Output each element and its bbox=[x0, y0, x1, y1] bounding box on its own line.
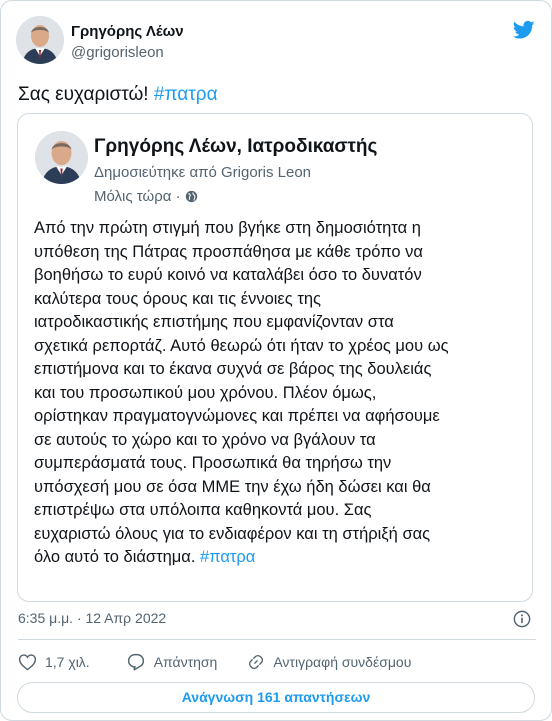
twitter-bird-icon[interactable] bbox=[513, 20, 535, 40]
author-avatar[interactable] bbox=[16, 16, 64, 64]
reply-button[interactable]: Απάντηση bbox=[126, 653, 218, 671]
author-handle[interactable]: @grigorisleon bbox=[71, 44, 164, 61]
embed-body-line: και του προσωπικού μου χρόνου. Πλέον όμω… bbox=[34, 383, 377, 402]
link-icon bbox=[249, 654, 264, 670]
embedded-post[interactable]: Γρηγόρης Λέων, Ιατροδικαστής Δημοσιεύτηκ… bbox=[17, 113, 533, 602]
tweet-timestamp[interactable]: 6:35 μ.μ. · 12 Απρ 2022 bbox=[18, 610, 166, 626]
info-icon[interactable] bbox=[513, 610, 531, 628]
embed-published-by: Δημοσιεύτηκε από Grigoris Leon bbox=[94, 164, 312, 181]
divider bbox=[18, 639, 536, 640]
copy-link-label: Αντιγραφή συνδέσμου bbox=[273, 654, 412, 670]
embed-body-last-text: όλο αυτό το διάστημα. bbox=[34, 548, 196, 566]
embed-body-line: καλύτερα τους όρους και τις έννοιες της bbox=[34, 289, 321, 308]
embed-body-line: υπόθεση της Πάτρας προσπάθησα με κάθε τρ… bbox=[34, 242, 423, 261]
embed-body-line: σχετικά ρεπορτάζ. Αυτό θεωρώ ότι ήταν το… bbox=[34, 336, 449, 355]
like-count: 1,7 χιλ. bbox=[45, 654, 90, 670]
embed-body-line: ιατροδικαστικής επιστήμης που εμφανίζοντ… bbox=[34, 313, 394, 331]
reply-label: Απάντηση bbox=[153, 654, 218, 670]
hashtag-link[interactable]: #πατρα bbox=[154, 84, 218, 105]
action-bar: 1,7 χιλ. Απάντηση Αντιγραφή συνδέσμου bbox=[18, 651, 411, 673]
embed-body-line: συμπεράσματά τους. Προσωπικά θα τηρήσω τ… bbox=[34, 454, 392, 472]
embed-body-line: Από την πρώτη στιγμή που βγήκε στη δημοσ… bbox=[34, 219, 421, 237]
heart-icon bbox=[18, 654, 37, 671]
embed-body-line: ευχαριστώ όλους για το ενδιαφέρον και τη… bbox=[34, 524, 431, 543]
embed-time-text: Μόλις τώρα · bbox=[94, 188, 181, 205]
embed-body-text: Από την πρώτη στιγμή που βγήκε στη δημοσ… bbox=[34, 217, 518, 570]
embed-body-line: βοηθήσω το ευρύ κοινό να καταλάβει όσο τ… bbox=[34, 266, 422, 284]
embed-hashtag-link[interactable]: #πατρα bbox=[200, 548, 255, 566]
embed-body-line: υπόσχεσή μου σε όσα ΜΜΕ την έχω ήδη δώσε… bbox=[34, 477, 431, 496]
embed-body-line: επιστρέψω στα υπόλοιπα καθηκοντά μου. Σα… bbox=[34, 501, 372, 519]
embed-author-name[interactable]: Γρηγόρης Λέων, Ιατροδικαστής bbox=[94, 136, 377, 158]
tweet-text: Σας ευχαριστώ! #πατρα bbox=[18, 83, 218, 107]
embed-author-avatar[interactable] bbox=[35, 131, 88, 184]
tweet-card: Γρηγόρης Λέων @grigorisleon Σας ευχαριστ… bbox=[0, 0, 552, 721]
embed-body-line-last: όλο αυτό το διάστημα. #πατρα bbox=[34, 546, 518, 570]
embed-body-line: ορίστηκαν πραγματογνώμονες και πρέπει να… bbox=[34, 407, 440, 425]
embed-body-line: σε αυτούς το χώρο και το χρόνο να βγάλου… bbox=[34, 430, 376, 449]
author-name[interactable]: Γρηγόρης Λέων bbox=[71, 23, 184, 40]
reply-icon bbox=[127, 653, 144, 671]
globe-icon bbox=[185, 190, 197, 203]
read-replies-button[interactable]: Ανάγνωση 161 απαντήσεων bbox=[17, 682, 535, 713]
embed-body-line: επιστήμονα και το έκανα συχνά σε βάρος τ… bbox=[34, 360, 432, 378]
tweet-text-body: Σας ευχαριστώ! bbox=[18, 84, 149, 105]
like-button[interactable]: 1,7 χιλ. bbox=[18, 653, 90, 671]
copy-link-button[interactable]: Αντιγραφή συνδέσμου bbox=[247, 653, 411, 671]
embed-time: Μόλις τώρα · bbox=[94, 188, 198, 205]
